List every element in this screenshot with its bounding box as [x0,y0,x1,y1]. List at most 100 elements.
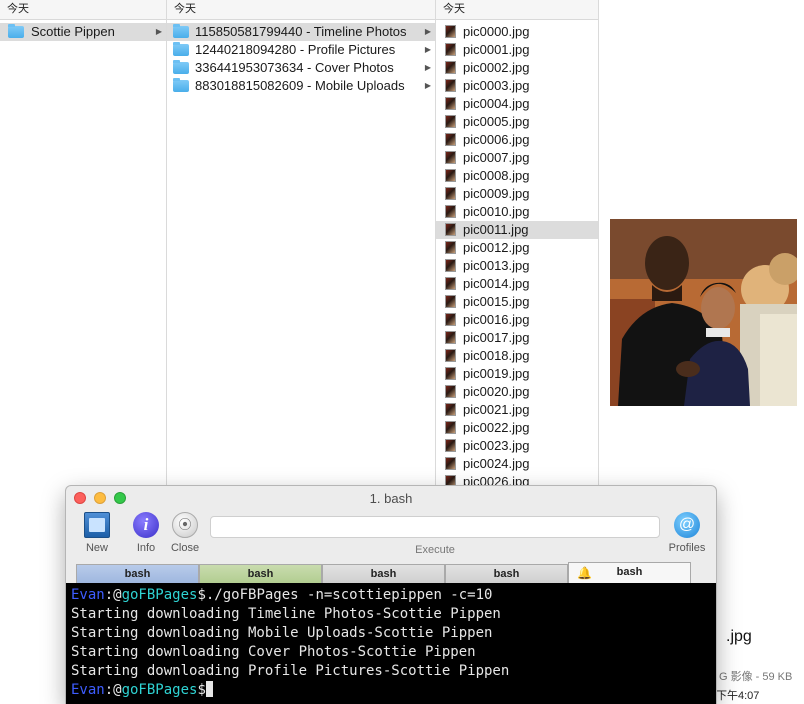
image-thumbnail-icon [445,349,456,362]
folder-icon [173,42,189,56]
image-thumbnail-icon [445,385,456,398]
file-row[interactable]: pic0014.jpg [436,275,598,293]
file-list: pic0000.jpg pic0001.jpg pic0002.jpg pic0003… [436,23,598,491]
terminal-window: 1. bash New i Info ⦿ Close Execute @ Pro… [66,486,716,704]
image-thumbnail-icon [445,457,456,470]
file-row[interactable]: pic0017.jpg [436,329,598,347]
file-row[interactable]: pic0013.jpg [436,257,598,275]
info-label: Info [136,542,156,554]
tab-bash-4[interactable]: bash [445,564,568,583]
prompt-user: Evan [71,587,105,603]
folder-row-cover-photos[interactable]: 336441953073634 - Cover Photos ▶ [167,59,435,77]
file-row[interactable]: pic0006.jpg [436,131,598,149]
file-label: pic0006.jpg [463,132,530,147]
file-row[interactable]: pic0022.jpg [436,419,598,437]
image-thumbnail-icon [445,259,456,272]
new-label: New [85,542,108,554]
disclosure-arrow-icon: ▶ [424,27,431,36]
output-line: Starting downloading Profile Pictures-Sc… [71,663,510,679]
preview-filename: .jpg [726,628,752,645]
folder-row-mobile-uploads[interactable]: 883018815082609 - Mobile Uploads ▶ [167,77,435,95]
file-row[interactable]: pic0008.jpg [436,167,598,185]
file-label: pic0020.jpg [463,384,530,399]
image-thumbnail-icon [445,133,456,146]
preview-kind-size: G 影像 - 59 KB [719,671,793,683]
file-row[interactable]: pic0001.jpg [436,41,598,59]
profiles-button[interactable]: @ Profiles [665,512,709,554]
tab-bash-3[interactable]: bash [322,564,445,583]
file-row[interactable]: pic0021.jpg [436,401,598,419]
execute-input[interactable] [210,516,660,538]
prompt-host: goFBPages [121,587,198,603]
file-row[interactable]: pic0019.jpg [436,365,598,383]
file-row[interactable]: pic0002.jpg [436,59,598,77]
folder-label: 115850581799440 - Timeline Photos [195,24,407,39]
output-line: Starting downloading Timeline Photos-Sco… [71,606,501,622]
file-row[interactable]: pic0024.jpg [436,455,598,473]
file-label: pic0022.jpg [463,420,530,435]
image-preview [610,219,797,406]
new-button[interactable]: New [75,512,119,554]
file-row[interactable]: pic0012.jpg [436,239,598,257]
info-button[interactable]: i Info [124,512,168,554]
folder-row-scottie-pippen[interactable]: Scottie Pippen ▶ [0,23,166,41]
file-row[interactable]: pic0004.jpg [436,95,598,113]
image-thumbnail-icon [445,439,456,452]
file-row[interactable]: pic0023.jpg [436,437,598,455]
image-thumbnail-icon [445,241,456,254]
image-thumbnail-icon [445,367,456,380]
image-thumbnail-icon [445,205,456,218]
file-row[interactable]: pic0018.jpg [436,347,598,365]
profiles-icon: @ [674,512,700,538]
file-row[interactable]: pic0016.jpg [436,311,598,329]
file-row[interactable]: pic0020.jpg [436,383,598,401]
text-cursor [205,681,213,697]
column-header: 今天 [0,0,166,20]
column-header: 今天 [436,0,598,20]
file-row[interactable]: pic0015.jpg [436,293,598,311]
file-label: pic0009.jpg [463,186,530,201]
file-label: pic0014.jpg [463,276,530,291]
file-row[interactable]: pic0010.jpg [436,203,598,221]
tab-bar: bash bash bash bash 🔔 bash [76,562,706,583]
file-label: pic0000.jpg [463,24,530,39]
image-thumbnail-icon [445,223,456,236]
image-thumbnail-icon [445,151,456,164]
disclosure-arrow-icon: ▶ [155,27,162,36]
image-thumbnail-icon [445,331,456,344]
bell-icon: 🔔 [577,566,592,580]
file-label: pic0001.jpg [463,42,530,57]
file-row[interactable]: pic0005.jpg [436,113,598,131]
execute-label: Execute [415,544,455,556]
disclosure-arrow-icon: ▶ [424,63,431,72]
file-label: pic0010.jpg [463,204,530,219]
title-bar[interactable]: 1. bash [66,486,716,510]
tab-bash-5[interactable]: 🔔 bash [568,562,691,583]
close-button[interactable]: ⦿ Close [163,512,207,554]
folder-label: 883018815082609 - Mobile Uploads [195,78,405,93]
prompt-sign: $ [197,682,206,698]
folder-icon [173,24,189,38]
file-row[interactable]: pic0003.jpg [436,77,598,95]
tab-bash-2[interactable]: bash [199,564,322,583]
tab-bash-1[interactable]: bash [76,564,199,583]
prompt-line: Evan:@goFBPages$ [71,681,213,700]
file-label: pic0013.jpg [463,258,530,273]
folder-label: 12440218094280 - Profile Pictures [195,42,396,57]
file-row[interactable]: pic0009.jpg [436,185,598,203]
disclosure-arrow-icon: ▶ [424,81,431,90]
file-row[interactable]: pic0011.jpg [436,221,598,239]
file-row[interactable]: pic0000.jpg [436,23,598,41]
image-thumbnail-icon [445,169,456,182]
folder-row-timeline-photos[interactable]: 115850581799440 - Timeline Photos ▶ [167,23,435,41]
image-thumbnail-icon [445,61,456,74]
prompt-user: Evan [71,682,105,698]
image-thumbnail-icon [445,403,456,416]
close-icon: ⦿ [172,512,198,538]
file-row[interactable]: pic0007.jpg [436,149,598,167]
disclosure-arrow-icon: ▶ [424,45,431,54]
folder-row-profile-pictures[interactable]: 12440218094280 - Profile Pictures ▶ [167,41,435,59]
file-label: pic0005.jpg [463,114,530,129]
photo-preview-image [610,219,797,406]
terminal-screen[interactable]: Evan:@goFBPages$./goFBPages -n=scottiepi… [66,583,716,704]
